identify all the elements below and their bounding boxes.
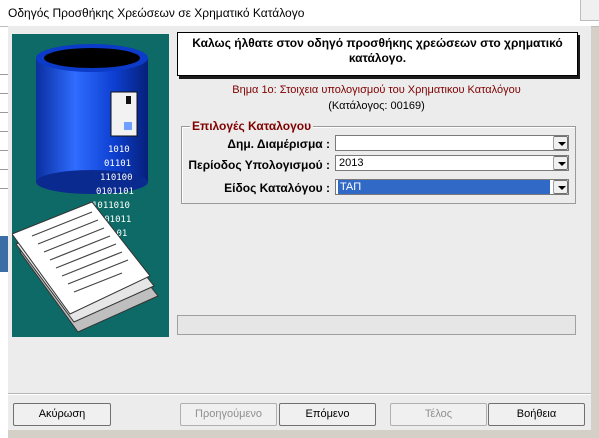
database-documents-illustration: 1010 01101 110100 0101101 1011010 011010… <box>12 34 169 337</box>
welcome-banner: Καλως ήλθατε στον οδηγό προσθήκης χρεώσε… <box>177 32 578 76</box>
finish-button[interactable]: Τέλος <box>390 403 487 426</box>
period-dropdown-button[interactable] <box>553 156 568 170</box>
catalog-type-label: Είδος Καταλόγου : <box>224 181 330 195</box>
progress-bar <box>177 315 576 335</box>
period-label: Περίοδος Υπολογισμού : <box>188 158 330 172</box>
cancel-button[interactable]: Ακύρωση <box>13 403 111 426</box>
period-value: 2013 <box>339 157 364 169</box>
button-separator <box>8 393 591 395</box>
svg-text:1010: 1010 <box>108 145 130 155</box>
background-window-lines <box>0 56 8 196</box>
step-title: Βημα 1ο: Στοιχεια υπολογισμού του Χρηματ… <box>232 84 521 96</box>
background-window-edge <box>0 26 8 438</box>
chevron-down-icon <box>558 142 566 146</box>
next-button[interactable]: Επόμενο <box>279 403 376 426</box>
window-title: Οδηγός Προσθήκης Χρεώσεων σε Χρηματικό Κ… <box>8 6 305 20</box>
group-title: Επιλογές Καταλογου <box>190 119 314 133</box>
svg-text:01101: 01101 <box>104 159 131 169</box>
title-bar: Οδηγός Προσθήκης Χρεώσεων σε Χρηματικό Κ… <box>0 0 599 27</box>
period-select[interactable]: 2013 <box>335 155 569 171</box>
previous-button[interactable]: Προηγούμενο <box>180 403 277 426</box>
catalog-type-value: ΤΑΠ <box>338 180 550 194</box>
close-button[interactable] <box>580 0 599 21</box>
catalog-type-select[interactable]: ΤΑΠ <box>335 179 569 195</box>
wizard-illustration: 1010 01101 110100 0101101 1011010 011010… <box>12 34 169 337</box>
chevron-down-icon <box>558 186 566 190</box>
district-label: Δημ. Διαμέρισμα : <box>227 137 330 151</box>
catalog-type-dropdown-button[interactable] <box>553 180 568 194</box>
district-dropdown-button[interactable] <box>553 136 568 150</box>
welcome-text: Καλως ήλθατε στον οδηγό προσθήκης χρεώσε… <box>192 36 563 65</box>
catalog-number: (Κατάλογος: 00169) <box>328 100 425 112</box>
background-window-selection <box>0 236 8 272</box>
district-select[interactable] <box>335 135 569 151</box>
chevron-down-icon <box>558 162 566 166</box>
help-button[interactable]: Βοήθεια <box>488 403 585 426</box>
svg-text:110100: 110100 <box>100 173 133 183</box>
svg-text:0101101: 0101101 <box>96 187 134 197</box>
